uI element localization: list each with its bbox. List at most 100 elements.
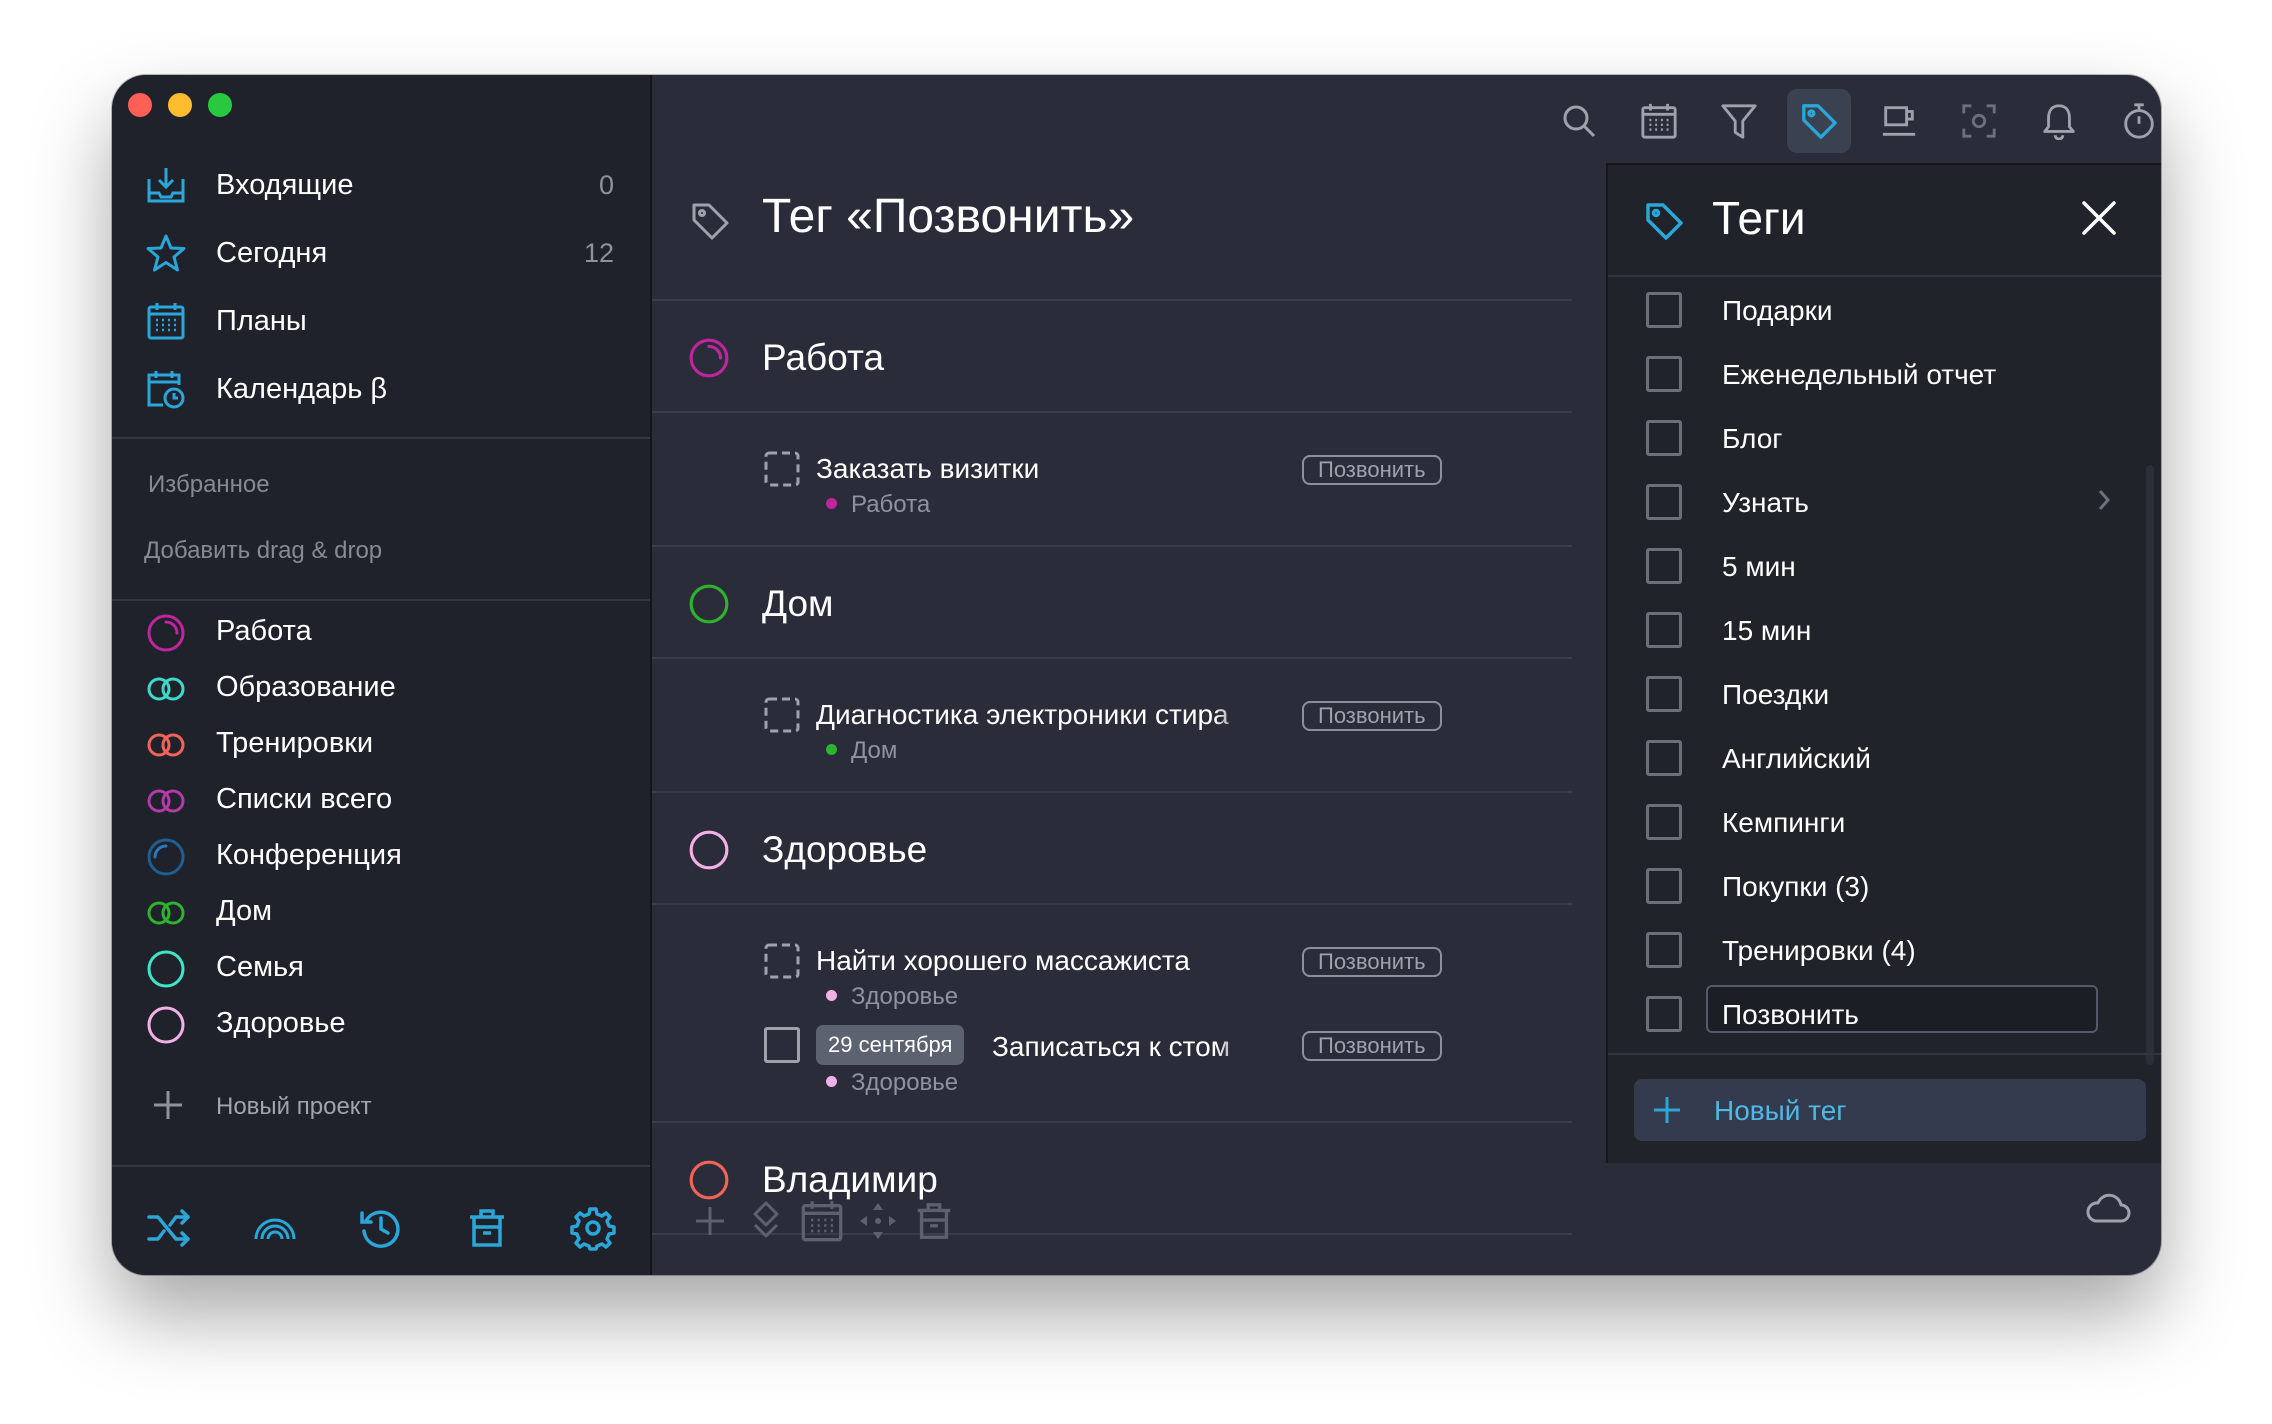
- zoom-window-button[interactable]: [208, 93, 232, 117]
- tag-item[interactable]: Английский: [1608, 725, 2161, 789]
- project-label: Конференция: [216, 839, 402, 871]
- notifications-button[interactable]: [2027, 89, 2091, 153]
- tag-item[interactable]: Покупки (3): [1608, 853, 2161, 917]
- task-row[interactable]: Найти хорошего массажиста Здоровье Позво…: [652, 907, 1572, 1010]
- checkbox-dashed-icon[interactable]: [764, 451, 800, 487]
- tag-badge[interactable]: Позвонить: [1302, 1031, 1442, 1061]
- cloud-icon[interactable]: [2085, 1191, 2131, 1225]
- ring-icon: [689, 830, 729, 870]
- count-badge: 0: [598, 169, 614, 200]
- trash-icon[interactable]: [912, 1199, 956, 1243]
- tag-item[interactable]: Подарки: [1608, 277, 2161, 341]
- tag-item[interactable]: 15 мин: [1608, 597, 2161, 661]
- gear-icon[interactable]: [570, 1205, 616, 1251]
- project-item-lists[interactable]: Списки всего: [112, 773, 650, 829]
- tag-item-editing[interactable]: Позвонить: [1608, 981, 2161, 1045]
- date-chip[interactable]: 29 сентября: [816, 1025, 965, 1065]
- sidebar-item-plans[interactable]: Планы: [112, 287, 650, 355]
- project-item-conference[interactable]: Конференция: [112, 829, 650, 885]
- section-header[interactable]: Работа: [652, 303, 1572, 413]
- scrollbar[interactable]: [2146, 465, 2154, 1065]
- window-controls: [128, 93, 232, 117]
- coffee-button[interactable]: [1867, 89, 1931, 153]
- tags-panel-title: Теги: [1712, 192, 1806, 244]
- minimize-window-button[interactable]: [168, 93, 192, 117]
- section-title: Здоровье: [762, 829, 928, 870]
- project-item-home[interactable]: Дом: [112, 885, 650, 941]
- checkbox[interactable]: [764, 1027, 800, 1063]
- sidebar-item-calendar[interactable]: Календарь β: [112, 355, 650, 423]
- calendar-icon[interactable]: [800, 1199, 844, 1243]
- inbox-icon: [147, 168, 185, 203]
- close-icon[interactable]: [2080, 199, 2118, 237]
- tags-panel-header: Теги: [1608, 165, 2161, 277]
- shuffle-icon[interactable]: [146, 1205, 192, 1251]
- tag-label: Подарки: [1722, 295, 1833, 326]
- checkbox[interactable]: [1646, 292, 1682, 328]
- focus-button[interactable]: [1947, 89, 2011, 153]
- section-header[interactable]: Здоровье: [652, 795, 1572, 905]
- double-ring-icon: [147, 901, 185, 925]
- sidebar-item-inbox[interactable]: Входящие 0: [112, 151, 650, 219]
- filter-button[interactable]: [1707, 89, 1771, 153]
- checkbox[interactable]: [1646, 484, 1682, 520]
- checkbox[interactable]: [1646, 676, 1682, 712]
- progress-ring-icon: [147, 614, 185, 652]
- divider: [112, 599, 650, 601]
- checkbox[interactable]: [1646, 548, 1682, 584]
- project-dot: [826, 744, 837, 756]
- checkbox-dashed-icon[interactable]: [764, 697, 800, 733]
- tag-item[interactable]: Блог: [1608, 405, 2161, 469]
- add-icon[interactable]: [688, 1199, 732, 1243]
- project-item-training[interactable]: Тренировки: [112, 717, 650, 773]
- checkbox[interactable]: [1646, 612, 1682, 648]
- calendar-button[interactable]: [1627, 89, 1691, 153]
- project-dot: [826, 498, 837, 510]
- task-row[interactable]: 29 сентября Записаться к стом Здоровье П…: [652, 991, 1572, 1096]
- sidebar-item-today[interactable]: Сегодня 12: [112, 219, 650, 287]
- tag-item[interactable]: Узнать: [1608, 469, 2161, 533]
- section-header[interactable]: Дом: [652, 549, 1572, 659]
- tag-item[interactable]: Тренировки (4): [1608, 917, 2161, 981]
- timer-button[interactable]: [2107, 89, 2161, 153]
- project-item-education[interactable]: Образование: [112, 661, 650, 717]
- tag-badge[interactable]: Позвонить: [1302, 947, 1442, 977]
- checkbox[interactable]: [1646, 804, 1682, 840]
- project-item-family[interactable]: Семья: [112, 941, 650, 997]
- checkbox[interactable]: [1646, 932, 1682, 968]
- tag-badge[interactable]: Позвонить: [1302, 701, 1442, 731]
- focus-icon: [1962, 104, 1996, 138]
- arrows-icon[interactable]: [856, 1199, 900, 1243]
- tag-badge[interactable]: Позвонить: [1302, 455, 1442, 485]
- history-icon[interactable]: [358, 1205, 404, 1251]
- tag-label: 15 мин: [1722, 615, 1812, 646]
- checkbox[interactable]: [1646, 420, 1682, 456]
- tag-item[interactable]: Еженедельный отчет: [1608, 341, 2161, 405]
- search-button[interactable]: [1547, 89, 1611, 153]
- project-item-health[interactable]: Здоровье: [112, 997, 650, 1053]
- sidebar-item-label: Планы: [216, 304, 307, 337]
- task-row[interactable]: Диагностика электроники стира Дом Позвон…: [652, 661, 1572, 793]
- tag-item[interactable]: Кемпинги: [1608, 789, 2161, 853]
- rainbow-icon[interactable]: [252, 1205, 298, 1251]
- tag-item[interactable]: Поездки: [1608, 661, 2161, 725]
- tag-item[interactable]: 5 мин: [1608, 533, 2161, 597]
- tag-button[interactable]: [1787, 89, 1851, 153]
- checkbox[interactable]: [1646, 356, 1682, 392]
- count-badge: 12: [583, 237, 614, 268]
- task-row[interactable]: Заказать визитки Работа Позвонить: [652, 415, 1572, 547]
- new-project-button[interactable]: Новый проект: [112, 1083, 650, 1131]
- close-window-button[interactable]: [128, 93, 152, 117]
- chevron-right-icon[interactable]: [2094, 485, 2114, 515]
- move-icon[interactable]: [744, 1199, 788, 1243]
- double-ring-icon: [689, 584, 729, 624]
- calendar-icon: [1641, 103, 1677, 139]
- favorites-hint: Добавить drag & drop: [144, 537, 383, 564]
- new-tag-button[interactable]: Новый тег: [1634, 1079, 2146, 1141]
- project-item-work[interactable]: Работа: [112, 605, 650, 661]
- trash-icon[interactable]: [464, 1205, 510, 1251]
- checkbox[interactable]: [1646, 996, 1682, 1032]
- checkbox-dashed-icon[interactable]: [764, 943, 800, 979]
- checkbox[interactable]: [1646, 868, 1682, 904]
- checkbox[interactable]: [1646, 740, 1682, 776]
